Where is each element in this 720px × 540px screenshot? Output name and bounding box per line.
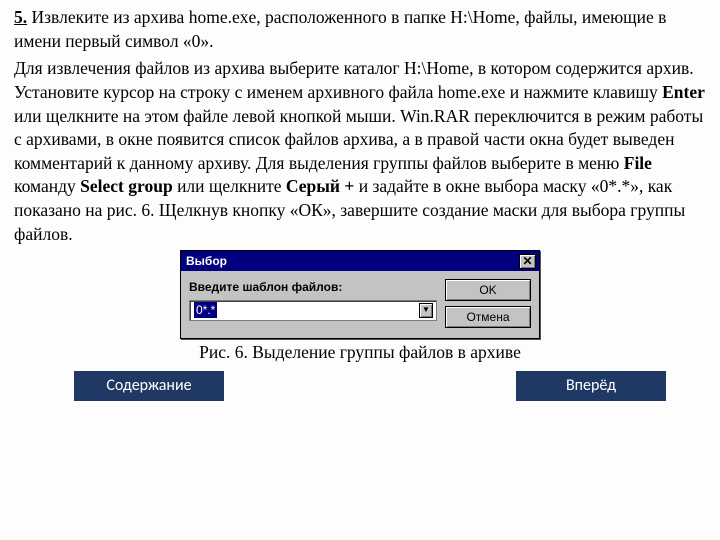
cancel-button[interactable]: Отмена — [445, 306, 531, 328]
dialog-body: Введите шаблон файлов: 0*.* ▼ OK Отмена — [181, 271, 539, 338]
task-number: 5. — [14, 7, 27, 27]
close-button[interactable]: ✕ — [519, 254, 536, 269]
chevron-down-icon[interactable]: ▼ — [419, 303, 433, 318]
nav-row: Содержание Вперёд — [14, 371, 706, 401]
instruction-paragraph: Для извлечения файлов из архива выберите… — [14, 57, 706, 246]
dialog-title: Выбор — [186, 253, 227, 269]
dialog-window: Выбор ✕ Введите шаблон файлов: 0*.* ▼ OK… — [180, 250, 540, 339]
contents-button[interactable]: Содержание — [74, 371, 224, 401]
figure-caption: Рис. 6. Выделение группы файлов в архиве — [14, 341, 706, 365]
task-text: Извлеките из архива home.exe, расположен… — [14, 7, 666, 51]
ok-button[interactable]: OK — [445, 279, 531, 301]
pattern-label: Введите шаблон файлов: — [189, 279, 437, 295]
pattern-combobox[interactable]: 0*.* ▼ — [189, 300, 437, 321]
task-paragraph: 5. Извлеките из архива home.exe, располо… — [14, 6, 706, 53]
pattern-value: 0*.* — [194, 302, 217, 318]
dialog-titlebar: Выбор ✕ — [181, 251, 539, 271]
next-button[interactable]: Вперёд — [516, 371, 666, 401]
dialog-figure: Выбор ✕ Введите шаблон файлов: 0*.* ▼ OK… — [14, 250, 706, 339]
close-icon: ✕ — [522, 255, 532, 267]
